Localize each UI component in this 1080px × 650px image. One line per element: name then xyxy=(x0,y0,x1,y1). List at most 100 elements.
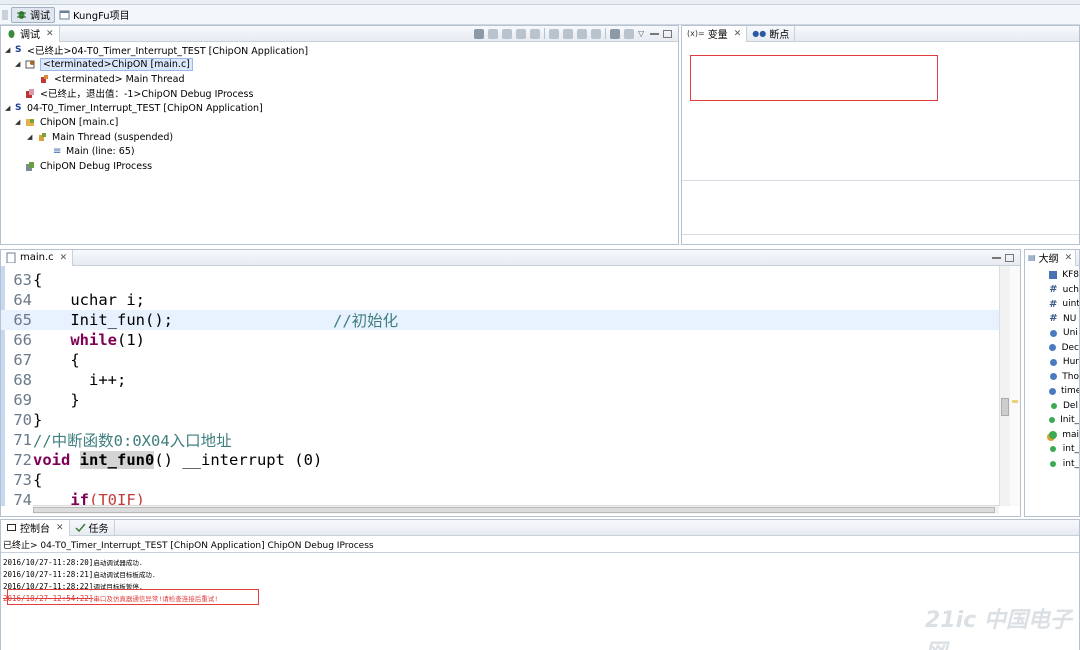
debug-view-header: 调试 ✕ ▽ xyxy=(1,25,678,42)
blue-dot-icon xyxy=(1049,358,1058,366)
tree-item-label: ChipON [main.c] xyxy=(40,116,119,128)
expand-toggle-icon[interactable]: ◢ xyxy=(5,46,11,54)
restart-icon[interactable] xyxy=(624,28,634,39)
maximize-icon[interactable] xyxy=(1005,253,1014,262)
instruction-step-icon[interactable] xyxy=(610,28,620,39)
tree-item-launch-active[interactable]: ◢ S 04-T0_Timer_Interrupt_TEST [ChipON A… xyxy=(5,101,263,115)
view-menu-icon[interactable]: ▽ xyxy=(638,29,646,39)
tree-item-process-terminated[interactable]: <已终止，退出值：-1>ChipON Debug IProcess xyxy=(25,86,253,100)
outline-item[interactable]: Del xyxy=(1025,399,1079,414)
process-icon xyxy=(26,88,34,98)
outline-list[interactable]: KF8 # uch # uint # NU Uni Dec Hur Tho time Del Init_ m… xyxy=(1025,268,1079,471)
tree-item-target-terminated[interactable]: ◢ <terminated>ChipON [main.c] xyxy=(15,57,193,71)
perspective-bar: 调试 KungFu项目 xyxy=(0,5,1080,25)
maximize-icon[interactable] xyxy=(663,29,672,38)
outline-item[interactable]: time xyxy=(1025,384,1079,399)
tab-outline[interactable]: ▤ 大纲 ✕ xyxy=(1025,249,1077,266)
minimize-icon[interactable] xyxy=(992,256,1001,259)
outline-item[interactable]: KF8 xyxy=(1025,268,1079,283)
console-icon xyxy=(7,524,16,531)
code-function-name: int_fun0 xyxy=(79,451,155,469)
step-into-icon[interactable] xyxy=(549,28,559,39)
tab-tasks[interactable]: 任务 xyxy=(70,519,115,536)
variables-detail-pane[interactable] xyxy=(682,182,1079,235)
tree-item-process-active[interactable]: ChipON Debug IProcess xyxy=(25,159,152,173)
resume-icon[interactable] xyxy=(488,28,498,39)
hash-icon: # xyxy=(1049,284,1058,296)
debug-perspective-button[interactable]: 调试 xyxy=(11,6,55,23)
minimize-icon[interactable] xyxy=(650,32,659,35)
tree-item-label: <已终止>04-T0_Timer_Interrupt_TEST [ChipON … xyxy=(27,46,309,57)
outline-item-label: KF8 xyxy=(1062,270,1079,281)
expand-toggle-icon[interactable]: ◢ xyxy=(27,133,33,141)
close-icon[interactable]: ✕ xyxy=(46,29,54,39)
code-keyword: void xyxy=(33,451,71,469)
step-over-icon[interactable] xyxy=(563,28,573,39)
expand-toggle-icon[interactable]: ◢ xyxy=(15,60,21,68)
tree-item-label: ChipON Debug IProcess xyxy=(40,160,153,172)
close-icon[interactable]: ✕ xyxy=(734,29,742,39)
horizontal-scrollbar[interactable] xyxy=(33,505,999,514)
code-line: 72 void int_fun0() __interrupt (0) xyxy=(1,450,999,470)
close-icon[interactable]: ✕ xyxy=(60,253,68,263)
console-message: 启动调试目标板成功. xyxy=(93,571,156,579)
overview-marker[interactable] xyxy=(1012,400,1018,403)
code-area[interactable]: 63 { 64 uchar i; 65 Init_fun(); //初始化 66… xyxy=(1,266,999,506)
console-timestamp: 2016/10/27-11:28:21] xyxy=(3,570,94,579)
scrollbar-thumb[interactable] xyxy=(33,507,995,513)
outline-item[interactable]: Tho xyxy=(1025,370,1079,385)
tab-main-c[interactable]: main.c ✕ xyxy=(1,249,74,266)
tree-item-target-active[interactable]: ◢ ChipON [main.c] xyxy=(15,115,118,129)
outline-item[interactable]: int_ xyxy=(1025,457,1079,472)
outline-item[interactable]: # uint xyxy=(1025,297,1079,312)
tree-item-thread-suspended[interactable]: ◢ Main Thread (suspended) xyxy=(27,130,173,144)
console-line: 2016/10/27-11:28:21]启动调试目标板成功. xyxy=(3,569,156,579)
code-line: 67 { xyxy=(1,350,999,370)
outline-item[interactable]: Uni xyxy=(1025,326,1079,341)
open-perspective-icon[interactable] xyxy=(2,9,8,20)
outline-icon: ▤ xyxy=(1028,253,1036,262)
outline-item[interactable]: int_ xyxy=(1025,442,1079,457)
terminate-icon[interactable] xyxy=(516,28,526,39)
scrollbar-thumb[interactable] xyxy=(1001,398,1009,416)
outline-item[interactable]: Hur xyxy=(1025,355,1079,370)
disconnect-icon[interactable] xyxy=(530,28,540,39)
drop-to-frame-icon[interactable] xyxy=(591,28,601,39)
tree-item-launch-terminated[interactable]: ◢ S <已终止>04-T0_Timer_Interrupt_TEST [Chi… xyxy=(5,43,308,57)
tab-debug[interactable]: 调试 ✕ xyxy=(1,25,60,42)
remove-terminated-icon[interactable] xyxy=(474,28,484,39)
overview-ruler xyxy=(1010,266,1020,506)
code-comment: //初始化 xyxy=(333,312,399,330)
expand-toggle-icon[interactable]: ◢ xyxy=(15,118,21,126)
outline-item[interactable]: mai xyxy=(1025,428,1079,443)
outline-item-label: Hur xyxy=(1062,357,1079,368)
expand-toggle-icon[interactable]: ◢ xyxy=(5,104,11,112)
blue-dot-icon xyxy=(1049,387,1056,395)
close-icon[interactable]: ✕ xyxy=(1065,253,1073,263)
vertical-scrollbar[interactable] xyxy=(999,266,1010,506)
outline-item[interactable]: # uch xyxy=(1025,283,1079,298)
hash-icon: # xyxy=(1049,313,1058,325)
close-icon[interactable]: ✕ xyxy=(56,523,64,533)
tab-breakpoints[interactable]: ●● 断点 xyxy=(747,25,796,42)
line-number: 67 xyxy=(13,351,32,369)
outline-item[interactable]: Dec xyxy=(1025,341,1079,356)
tab-console[interactable]: 控制台 ✕ xyxy=(1,519,70,536)
tree-item-stack-frame[interactable]: ≡ Main (line: 65) xyxy=(53,144,135,158)
line-number: 69 xyxy=(13,391,32,409)
kungfu-perspective-button[interactable]: KungFu项目 xyxy=(55,7,134,23)
outline-item[interactable]: # NU xyxy=(1025,312,1079,327)
line-number: 72 xyxy=(13,451,32,469)
tree-item-thread-terminated[interactable]: <terminated> Main Thread xyxy=(39,72,185,86)
code-text: (T0IF) xyxy=(89,491,145,506)
watermark: 21ic 中国电子网 xyxy=(925,602,1080,650)
outline-item[interactable]: Init_ xyxy=(1025,413,1079,428)
suspend-icon[interactable] xyxy=(502,28,512,39)
line-number: 73 xyxy=(13,471,32,489)
tab-variables[interactable]: (x)= 变量 ✕ xyxy=(682,25,748,42)
code-line: 69 } xyxy=(1,390,999,410)
step-return-icon[interactable] xyxy=(577,28,587,39)
